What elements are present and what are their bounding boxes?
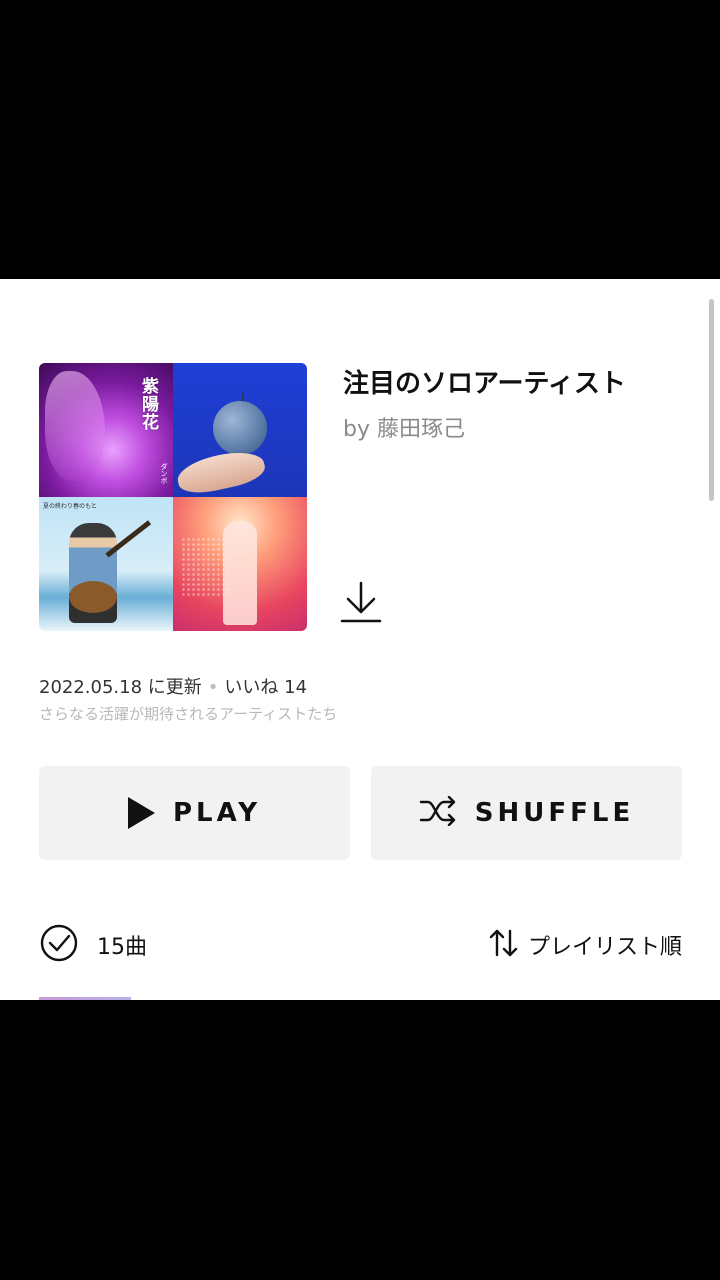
shuffle-icon <box>419 795 457 830</box>
first-track-thumbnail-peek <box>39 997 131 1000</box>
playlist-author[interactable]: by 藤田琢己 <box>343 411 465 443</box>
cover-tile-1: 紫陽花 ダンボ <box>39 363 173 497</box>
scrollbar[interactable] <box>709 299 714 501</box>
cover-art-hand <box>174 446 268 497</box>
screen: 紫陽花 ダンボ 夏の終わり春のもと 注目のソロアーティスト by 藤田琢己 20… <box>0 0 720 1280</box>
cover-tile-1-title: 紫陽花 <box>138 377 158 431</box>
play-button[interactable]: PLAY <box>39 766 350 860</box>
playlist-meta: 2022.05.18 に更新 • いいね 14 <box>39 673 307 699</box>
cover-art-guitar <box>69 581 117 613</box>
shuffle-label: SHUFFLE <box>474 798 635 828</box>
sort-label: プレイリスト順 <box>527 935 682 960</box>
cover-tile-4 <box>173 497 307 631</box>
play-label: PLAY <box>172 798 262 828</box>
cover-tile-1-subtitle: ダンボ <box>160 463 168 484</box>
track-count[interactable]: 15曲 <box>39 923 147 967</box>
playlist-panel: 紫陽花 ダンボ 夏の終わり春のもと 注目のソロアーティスト by 藤田琢己 20… <box>0 279 720 1000</box>
play-icon <box>127 797 155 829</box>
playlist-title: 注目のソロアーティスト <box>343 369 626 399</box>
sort-icon <box>488 928 520 962</box>
updated-date: 2022.05.18 に更新 <box>39 677 202 698</box>
meta-separator: • <box>207 677 219 698</box>
download-icon[interactable] <box>340 579 384 625</box>
likes-count: いいね 14 <box>224 677 308 698</box>
cover-tile-2 <box>173 363 307 497</box>
cover-art-figure <box>223 521 257 625</box>
playlist-description: さらなる活躍が期待されるアーティストたち <box>39 705 338 723</box>
playlist-cover[interactable]: 紫陽花 ダンボ 夏の終わり春のもと <box>39 363 307 631</box>
cover-art-apple <box>213 401 267 455</box>
cover-art-hands <box>45 371 105 481</box>
sort-button[interactable]: プレイリスト順 <box>488 925 682 965</box>
cover-tile-3: 夏の終わり春のもと <box>39 497 173 631</box>
shuffle-button[interactable]: SHUFFLE <box>371 766 682 860</box>
cover-tile-3-caption: 夏の終わり春のもと <box>43 503 97 510</box>
track-count-label: 15曲 <box>97 935 147 960</box>
check-circle-icon <box>39 923 79 967</box>
